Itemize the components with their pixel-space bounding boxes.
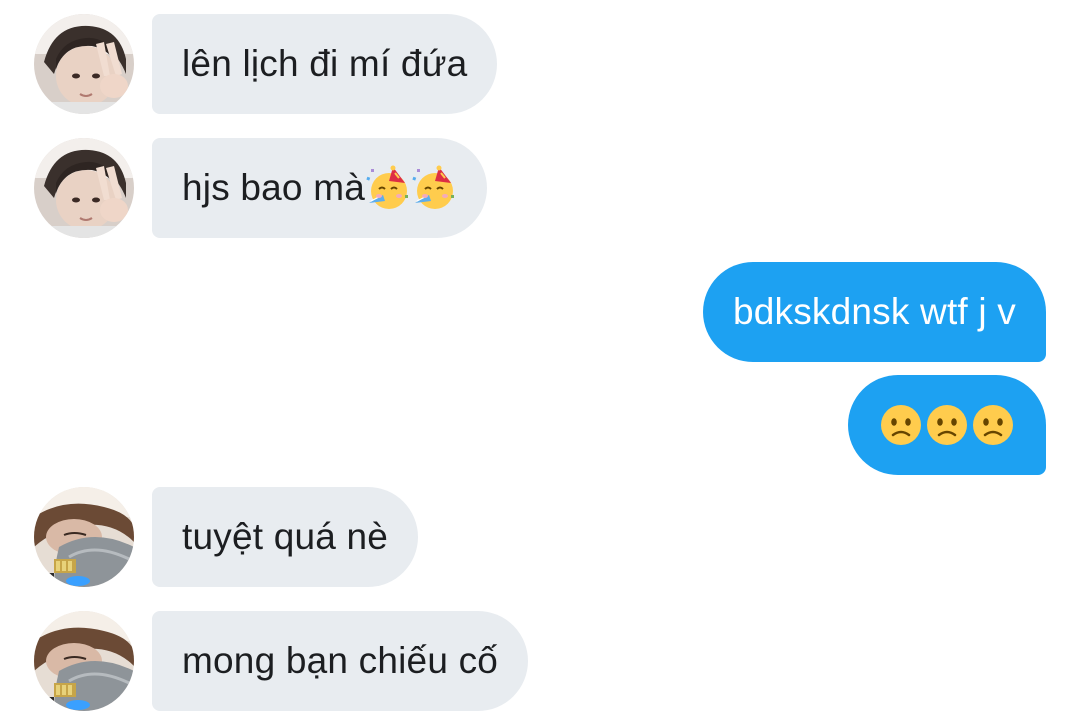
frowning-face-icon xyxy=(970,402,1016,448)
partying-face-icon xyxy=(411,165,457,211)
message-text: tuyệt quá nè xyxy=(182,516,389,557)
message-row-outgoing xyxy=(0,375,1080,475)
sender-avatar[interactable] xyxy=(34,138,134,238)
partying-face-icon xyxy=(365,165,411,211)
message-row-incoming: lên lịch đi mí đứa xyxy=(0,14,1080,114)
incoming-message-bubble[interactable]: lên lịch đi mí đứa xyxy=(152,14,498,114)
outgoing-message-bubble[interactable]: bdkskdnsk wtf j v xyxy=(702,262,1046,362)
sender-avatar[interactable] xyxy=(34,611,134,711)
message-row-incoming: mong bạn chiếu cố xyxy=(0,611,1080,711)
sender-avatar[interactable] xyxy=(34,14,134,114)
message-text: mong bạn chiếu cố xyxy=(182,640,499,681)
incoming-message-bubble[interactable]: hjs bao mà xyxy=(152,138,487,238)
emoji-group xyxy=(878,402,1016,448)
message-text: bdkskdnsk wtf j v xyxy=(732,291,1016,332)
message-text: hjs bao mà xyxy=(182,167,365,208)
message-text: lên lịch đi mí đứa xyxy=(182,43,468,84)
message-row-incoming: tuyệt quá nè xyxy=(0,487,1080,587)
incoming-message-bubble[interactable]: mong bạn chiếu cố xyxy=(152,611,529,711)
outgoing-message-bubble[interactable] xyxy=(848,375,1046,475)
message-thread: lên lịch đi mí đứa hjs bao mà bdkskdnsk … xyxy=(0,0,1080,720)
message-row-outgoing: bdkskdnsk wtf j v xyxy=(0,262,1080,362)
frowning-face-icon xyxy=(924,402,970,448)
sender-avatar[interactable] xyxy=(34,487,134,587)
frowning-face-icon xyxy=(878,402,924,448)
incoming-message-bubble[interactable]: tuyệt quá nè xyxy=(152,487,419,587)
message-row-incoming: hjs bao mà xyxy=(0,138,1080,238)
